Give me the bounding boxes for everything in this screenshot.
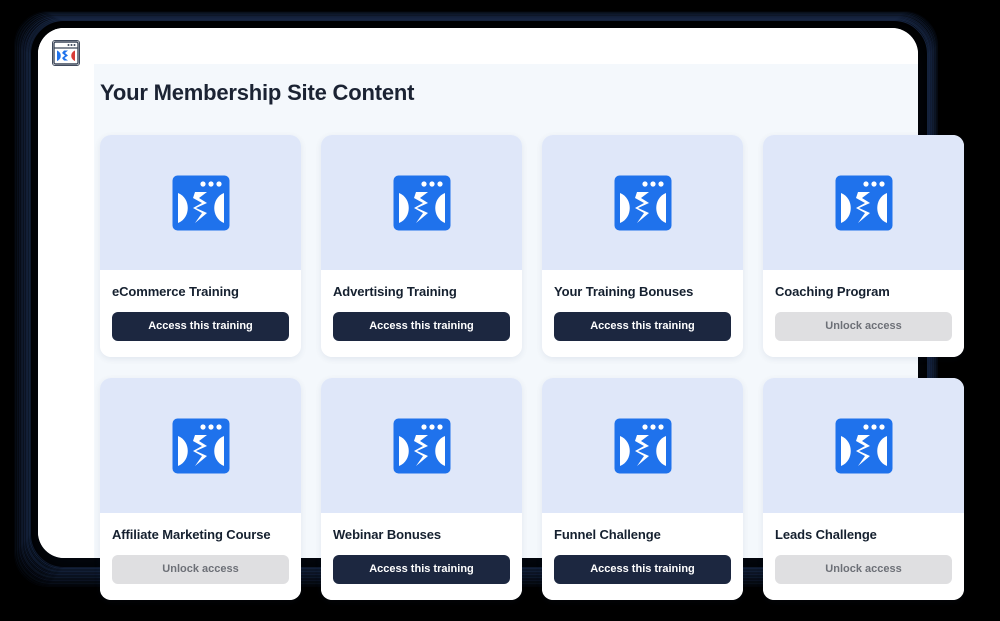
card-body: Affiliate Marketing Course Unlock access bbox=[100, 513, 301, 600]
card-thumbnail bbox=[763, 378, 964, 513]
unlock-access-button[interactable]: Unlock access bbox=[775, 312, 952, 341]
card-thumbnail bbox=[542, 378, 743, 513]
browser-chrome-bar bbox=[38, 28, 918, 64]
card-body: Funnel Challenge Access this training bbox=[542, 513, 743, 600]
browser-window-icon bbox=[172, 175, 229, 230]
card-title: Coaching Program bbox=[775, 284, 890, 299]
access-training-button[interactable]: Access this training bbox=[554, 312, 731, 341]
card-thumbnail bbox=[321, 135, 522, 270]
content-card[interactable]: Coaching Program Unlock access bbox=[763, 135, 964, 357]
unlock-access-button[interactable]: Unlock access bbox=[112, 555, 289, 584]
browser-window-icon bbox=[393, 418, 450, 473]
content-card[interactable]: Webinar Bonuses Access this training bbox=[321, 378, 522, 600]
app-sidebar bbox=[38, 28, 94, 558]
access-training-button[interactable]: Access this training bbox=[554, 555, 731, 584]
content-card[interactable]: Advertising Training Access this training bbox=[321, 135, 522, 357]
access-training-button[interactable]: Access this training bbox=[112, 312, 289, 341]
card-title: Your Training Bonuses bbox=[554, 284, 694, 299]
browser-window: Your Membership Site Content eCommerce T… bbox=[38, 28, 964, 600]
browser-window-icon bbox=[614, 175, 671, 230]
card-title: Advertising Training bbox=[333, 284, 457, 299]
browser-window-icon bbox=[393, 175, 450, 230]
card-title: Funnel Challenge bbox=[554, 527, 661, 542]
card-thumbnail bbox=[321, 378, 522, 513]
membership-content-grid: eCommerce Training Access this training A… bbox=[100, 135, 1000, 600]
page-title: Your Membership Site Content bbox=[100, 80, 415, 105]
card-thumbnail bbox=[100, 378, 301, 513]
content-card[interactable]: eCommerce Training Access this training bbox=[100, 135, 301, 357]
card-thumbnail bbox=[763, 135, 964, 270]
card-body: Your Training Bonuses Access this trainin… bbox=[542, 270, 743, 357]
card-thumbnail bbox=[100, 135, 301, 270]
content-card[interactable]: Your Training Bonuses Access this trainin… bbox=[542, 135, 743, 357]
card-title: Webinar Bonuses bbox=[333, 527, 442, 542]
browser-window-icon bbox=[614, 418, 671, 473]
card-title: Leads Challenge bbox=[775, 527, 877, 542]
card-body: Advertising Training Access this training bbox=[321, 270, 522, 357]
logo-glyph bbox=[53, 41, 79, 65]
unlock-access-button[interactable]: Unlock access bbox=[775, 555, 952, 584]
screenshot-stage: Your Membership Site Content eCommerce T… bbox=[0, 0, 1000, 621]
content-card[interactable]: Leads Challenge Unlock access bbox=[763, 378, 964, 600]
content-card[interactable]: Funnel Challenge Access this training bbox=[542, 378, 743, 600]
browser-window-icon bbox=[835, 418, 892, 473]
card-body: eCommerce Training Access this training bbox=[100, 270, 301, 357]
access-training-button[interactable]: Access this training bbox=[333, 312, 510, 341]
access-training-button[interactable]: Access this training bbox=[333, 555, 510, 584]
card-thumbnail bbox=[542, 135, 743, 270]
card-body: Leads Challenge Unlock access bbox=[763, 513, 964, 600]
card-body: Webinar Bonuses Access this training bbox=[321, 513, 522, 600]
browser-window-icon bbox=[835, 175, 892, 230]
card-title: Affiliate Marketing Course bbox=[112, 527, 271, 542]
content-card[interactable]: Affiliate Marketing Course Unlock access bbox=[100, 378, 301, 600]
card-title: eCommerce Training bbox=[112, 284, 239, 299]
card-body: Coaching Program Unlock access bbox=[763, 270, 964, 357]
browser-window-icon bbox=[172, 418, 229, 473]
browser-window-logo-icon[interactable] bbox=[52, 40, 80, 66]
